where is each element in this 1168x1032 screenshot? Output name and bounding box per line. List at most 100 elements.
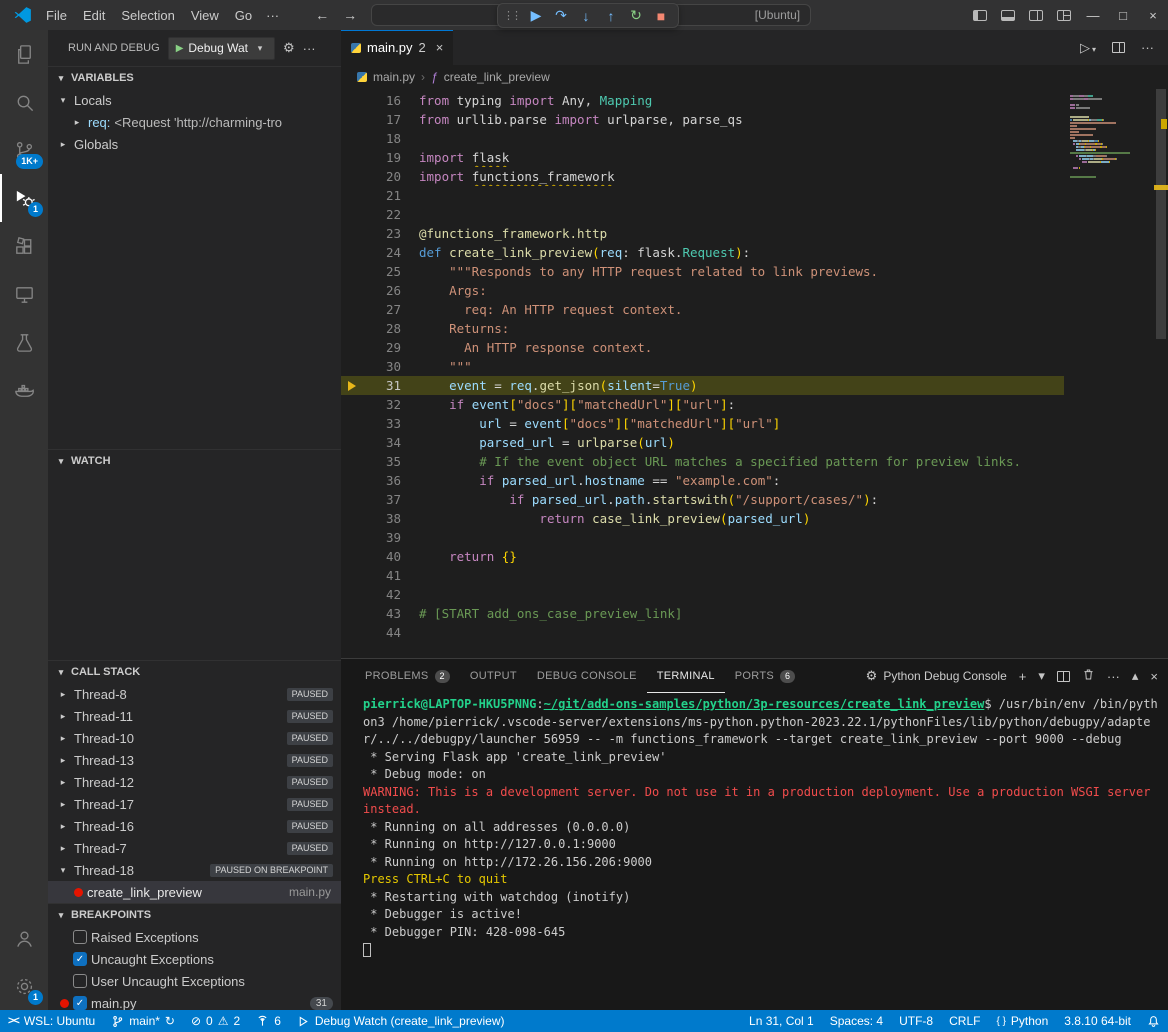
code-line-43[interactable]: 43# [START add_ons_case_preview_link] xyxy=(341,604,1064,623)
glyph-margin[interactable] xyxy=(341,376,363,395)
watch-section-header[interactable]: ▾ WATCH xyxy=(48,450,341,472)
editor-more-icon[interactable]: ··· xyxy=(1141,40,1154,55)
variables-section-header[interactable]: ▾ VARIABLES xyxy=(48,67,341,89)
stack-frame-create-link-preview[interactable]: create_link_previewmain.py xyxy=(48,881,341,903)
cursor-position[interactable]: Ln 31, Col 1 xyxy=(741,1010,822,1032)
code-line-44[interactable]: 44 xyxy=(341,623,1064,642)
code-line-23[interactable]: 23@functions_framework.http xyxy=(341,224,1064,243)
menu-edit[interactable]: Edit xyxy=(75,5,113,26)
breakpoint-checkbox[interactable] xyxy=(73,930,87,944)
debug-status[interactable]: Debug Watch (create_link_preview) xyxy=(289,1010,513,1032)
chevron-right-icon[interactable]: ▸ xyxy=(56,843,70,854)
glyph-margin[interactable] xyxy=(341,509,363,528)
code-line-40[interactable]: 40 return {} xyxy=(341,547,1064,566)
encoding[interactable]: UTF-8 xyxy=(891,1010,941,1032)
chevron-right-icon[interactable]: ▸ xyxy=(56,689,70,700)
callstack-thread-7[interactable]: ▸Thread-7PAUSED xyxy=(48,837,341,859)
glyph-margin[interactable] xyxy=(341,129,363,148)
glyph-margin[interactable] xyxy=(341,338,363,357)
notifications-bell[interactable] xyxy=(1139,1010,1168,1032)
panel-tab-output[interactable]: OUTPUT xyxy=(460,659,527,693)
chevron-right-icon[interactable]: ▸ xyxy=(70,117,84,128)
code-line-31[interactable]: 31 event = req.get_json(silent=True) xyxy=(341,376,1064,395)
eol-sequence[interactable]: CRLF xyxy=(941,1010,988,1032)
chevron-right-icon[interactable]: ▸ xyxy=(56,733,70,744)
glyph-margin[interactable] xyxy=(341,433,363,452)
code-line-17[interactable]: 17from urllib.parse import urlparse, par… xyxy=(341,110,1064,129)
chevron-right-icon[interactable]: ▸ xyxy=(56,821,70,832)
menu-overflow-icon[interactable]: ··· xyxy=(260,5,285,26)
glyph-margin[interactable] xyxy=(341,262,363,281)
callstack-thread-10[interactable]: ▸Thread-10PAUSED xyxy=(48,727,341,749)
glyph-margin[interactable] xyxy=(341,623,363,642)
maximize-button[interactable]: □ xyxy=(1108,0,1138,30)
sync-icon[interactable]: ↻ xyxy=(165,1014,175,1028)
chevron-down-icon[interactable]: ▾ xyxy=(56,95,70,106)
code-line-37[interactable]: 37 if parsed_url.path.startswith("/suppo… xyxy=(341,490,1064,509)
activity-run-and-debug[interactable]: 1 xyxy=(0,174,48,222)
activity-explorer[interactable] xyxy=(0,30,48,78)
glyph-margin[interactable] xyxy=(341,148,363,167)
code-line-30[interactable]: 30 """ xyxy=(341,357,1064,376)
panel-tab-ports[interactable]: PORTS6 xyxy=(725,659,806,693)
code-line-26[interactable]: 26 Args: xyxy=(341,281,1064,300)
panel-more-icon[interactable]: ··· xyxy=(1107,669,1120,684)
chevron-down-icon[interactable]: ▾ xyxy=(56,865,70,876)
start-debugging-icon[interactable]: ▶ xyxy=(176,43,184,54)
activity-accounts[interactable] xyxy=(0,914,48,962)
glyph-margin[interactable] xyxy=(341,205,363,224)
tab-main-py[interactable]: main.py 2 × xyxy=(341,30,453,65)
panel-tab-problems[interactable]: PROBLEMS2 xyxy=(355,659,460,693)
code-line-42[interactable]: 42 xyxy=(341,585,1064,604)
toggle-panel-icon[interactable] xyxy=(1001,10,1015,21)
variables-scope-locals[interactable]: ▾Locals xyxy=(48,89,341,111)
step-out-icon[interactable]: ↑ xyxy=(599,8,623,24)
maximize-panel-icon[interactable]: ▴ xyxy=(1132,668,1139,684)
chevron-right-icon[interactable]: ▸ xyxy=(56,777,70,788)
panel-tab-debug-console[interactable]: DEBUG CONSOLE xyxy=(527,659,647,693)
callstack-thread-18[interactable]: ▾Thread-18PAUSED ON BREAKPOINT xyxy=(48,859,341,881)
activity-remote-explorer[interactable] xyxy=(0,270,48,318)
variable-req[interactable]: ▸req: <Request 'http://charming-tro xyxy=(48,111,341,133)
callstack-thread-11[interactable]: ▸Thread-11PAUSED xyxy=(48,705,341,727)
breadcrumb-file[interactable]: main.py xyxy=(373,70,415,84)
code-line-28[interactable]: 28 Returns: xyxy=(341,319,1064,338)
glyph-margin[interactable] xyxy=(341,167,363,186)
glyph-margin[interactable] xyxy=(341,585,363,604)
forward-icon[interactable]: → xyxy=(343,7,357,23)
breadcrumb[interactable]: main.py › ƒ create_link_preview xyxy=(341,65,1168,89)
breakpoint-checkbox[interactable]: ✓ xyxy=(73,996,87,1010)
call-stack-section-header[interactable]: ▾ CALL STACK xyxy=(48,661,341,683)
activity-extensions[interactable] xyxy=(0,222,48,270)
menu-file[interactable]: File xyxy=(38,5,75,26)
toggle-secondary-sidebar-icon[interactable] xyxy=(1029,10,1043,21)
chevron-right-icon[interactable]: ▸ xyxy=(56,755,70,766)
breakpoints-section-header[interactable]: ▾ BREAKPOINTS xyxy=(48,904,341,926)
indentation[interactable]: Spaces: 4 xyxy=(822,1010,891,1032)
code-line-39[interactable]: 39 xyxy=(341,528,1064,547)
code-line-16[interactable]: 16from typing import Any, Mapping xyxy=(341,91,1064,110)
close-icon[interactable]: × xyxy=(436,40,444,55)
code-line-22[interactable]: 22 xyxy=(341,205,1064,224)
ports-status[interactable]: 6 xyxy=(248,1010,289,1032)
variables-scope-globals[interactable]: ▸Globals xyxy=(48,133,341,155)
panel-tab-terminal[interactable]: TERMINAL xyxy=(647,659,725,693)
code-line-24[interactable]: 24def create_link_preview(req: flask.Req… xyxy=(341,243,1064,262)
code-line-20[interactable]: 20import functions_framework xyxy=(341,167,1064,186)
step-into-icon[interactable]: ↓ xyxy=(574,8,598,24)
code-line-35[interactable]: 35 # If the event object URL matches a s… xyxy=(341,452,1064,471)
restart-icon[interactable]: ↻ xyxy=(624,7,648,24)
activity-testing[interactable] xyxy=(0,318,48,366)
kill-terminal-icon[interactable] xyxy=(1082,668,1095,684)
python-interpreter[interactable]: 3.8.10 64-bit xyxy=(1056,1010,1139,1032)
split-terminal-icon[interactable] xyxy=(1057,671,1070,682)
new-terminal-icon[interactable]: + xyxy=(1019,669,1027,684)
continue-icon[interactable]: ▶ xyxy=(524,7,548,24)
glyph-margin[interactable] xyxy=(341,186,363,205)
breakpoint-user-uncaught-exceptions[interactable]: User Uncaught Exceptions xyxy=(48,970,341,992)
views-more-icon[interactable]: ··· xyxy=(303,41,316,56)
code-line-33[interactable]: 33 url = event["docs"]["matchedUrl"]["ur… xyxy=(341,414,1064,433)
glyph-margin[interactable] xyxy=(341,547,363,566)
code-line-29[interactable]: 29 An HTTP response context. xyxy=(341,338,1064,357)
code-line-38[interactable]: 38 return case_link_preview(parsed_url) xyxy=(341,509,1064,528)
